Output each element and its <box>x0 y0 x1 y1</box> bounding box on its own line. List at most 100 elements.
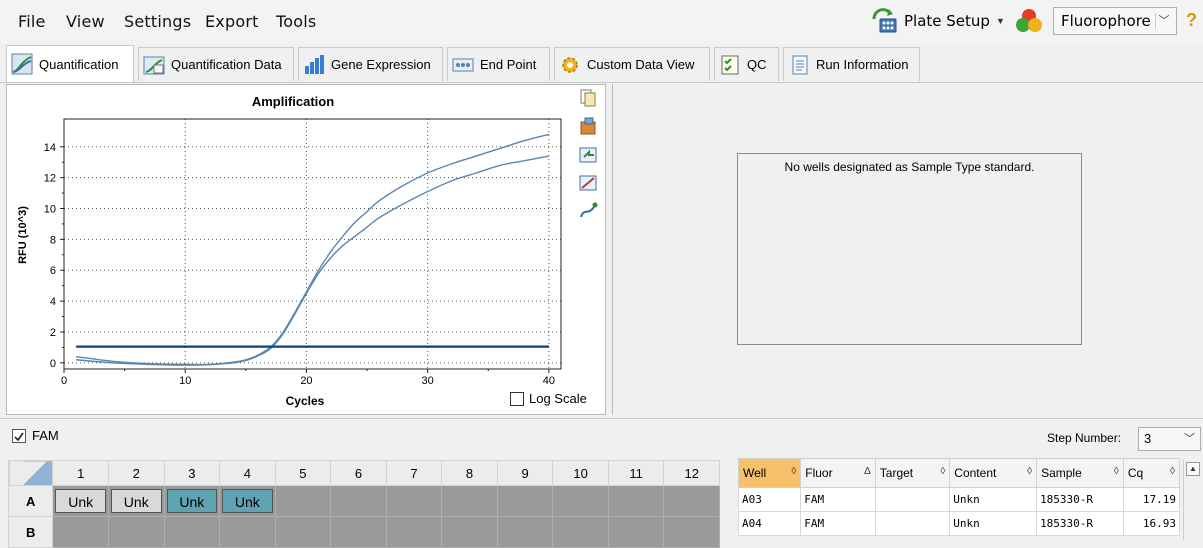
plate-well[interactable] <box>663 485 720 517</box>
export-image-icon[interactable] <box>579 147 597 163</box>
table-row[interactable]: A03 FAM Unkn 185330-R 17.19 <box>737 487 1181 512</box>
y-tick-label: 6 <box>50 265 56 277</box>
plate-col-header[interactable]: 12 <box>663 460 720 486</box>
plate-well[interactable] <box>385 485 443 517</box>
y-tick-label: 4 <box>50 296 56 308</box>
endpoint-icon <box>452 58 474 71</box>
fam-label: FAM <box>32 428 59 443</box>
plate-well[interactable] <box>385 516 443 548</box>
scroll-up-icon[interactable]: ▲ <box>1186 462 1200 476</box>
log-scale-checkbox[interactable] <box>510 391 524 406</box>
fluorophore-select[interactable]: Fluorophore ﹀ <box>1053 7 1177 35</box>
plate-well[interactable] <box>274 485 332 517</box>
x-tick-label: 0 <box>61 375 67 387</box>
plate-well[interactable] <box>496 516 554 548</box>
step-number-select[interactable]: 3 ﹀ <box>1138 427 1201 451</box>
plate-col-header[interactable]: 7 <box>385 460 443 486</box>
plate-well[interactable]: Unk <box>52 485 109 517</box>
amplification-curve-2[interactable] <box>76 155 550 366</box>
tab-label: Quantification Data <box>171 57 282 72</box>
log-scale-toggle[interactable]: Log Scale <box>510 391 587 406</box>
plate-col-header[interactable]: 2 <box>107 460 165 486</box>
no-standard-message: No wells designated as Sample Type stand… <box>784 160 1035 174</box>
well-content: Unk <box>110 489 162 513</box>
plate-col-header[interactable]: 11 <box>607 460 665 486</box>
plate-col-header[interactable]: 10 <box>552 460 609 486</box>
menu-view[interactable]: View <box>66 12 105 31</box>
plate-well[interactable] <box>496 485 554 517</box>
tab-qc[interactable]: QC <box>714 47 779 81</box>
plate-well[interactable] <box>552 516 609 548</box>
log-scale-label: Log Scale <box>529 391 587 406</box>
col-header-content[interactable]: Content ◊ <box>949 458 1038 488</box>
tab-end-point[interactable]: End Point <box>447 47 550 81</box>
menu-file[interactable]: File <box>18 12 46 31</box>
plate-well[interactable] <box>107 516 165 548</box>
col-header-label: Fluor <box>805 466 833 480</box>
tab-custom-data-view[interactable]: Custom Data View <box>554 47 710 81</box>
plate-setup-button[interactable]: Plate Setup ▼ <box>870 6 1008 36</box>
table-scrollbar[interactable]: ▲ <box>1183 460 1202 540</box>
plate-well[interactable]: Unk <box>163 485 221 517</box>
plate-well[interactable] <box>219 516 276 548</box>
plate-well[interactable] <box>607 516 665 548</box>
plate-well[interactable] <box>52 516 109 548</box>
fam-checkbox[interactable] <box>12 429 26 443</box>
plate-col-header[interactable]: 8 <box>441 460 498 486</box>
col-header-well[interactable]: Well ◊ <box>737 458 802 488</box>
amplification-curve-1[interactable] <box>76 133 550 366</box>
amplification-chart-panel: Amplification 0 2 4 6 8 10 12 14 0 10 20 30 40 Cycl… <box>6 84 606 415</box>
col-header-label: Content <box>954 466 997 480</box>
col-header-fluor[interactable]: Fluor Δ <box>800 458 876 488</box>
plate-well[interactable]: Unk <box>219 485 276 517</box>
help-icon[interactable]: ? <box>1186 10 1197 31</box>
plate-col-header[interactable]: 1 <box>52 460 109 486</box>
cell-content: Unkn <box>949 511 1038 536</box>
plate-col-header[interactable]: 4 <box>219 460 276 486</box>
plate-col-header[interactable]: 3 <box>163 460 221 486</box>
tab-gene-expression[interactable]: Gene Expression <box>298 47 443 81</box>
table-row[interactable]: A04 FAM Unkn 185330-R 16.93 <box>737 511 1181 536</box>
sort-ascending-icon: Δ <box>864 466 871 477</box>
dye-colors-icon[interactable] <box>1014 6 1044 36</box>
menu-settings[interactable]: Settings <box>124 12 191 31</box>
plate-well[interactable] <box>163 516 221 548</box>
cell-sample: 185330-R <box>1036 511 1124 536</box>
document-icon <box>792 55 808 74</box>
copy-icon[interactable] <box>580 89 596 107</box>
zoom-icon[interactable] <box>579 175 597 191</box>
plate-well[interactable] <box>441 516 498 548</box>
tab-quantification-data[interactable]: Quantification Data <box>138 47 294 81</box>
plate-well[interactable] <box>330 485 387 517</box>
menu-export[interactable]: Export <box>205 12 259 31</box>
plate-well[interactable] <box>663 516 720 548</box>
plate-well[interactable] <box>607 485 665 517</box>
plate-col-header[interactable]: 5 <box>274 460 332 486</box>
amplification-curve-icon <box>11 53 33 75</box>
y-tick-label: 8 <box>50 234 56 246</box>
step-number-label: Step Number: <box>1047 431 1122 445</box>
plate-well[interactable] <box>441 485 498 517</box>
tab-label: Gene Expression <box>331 57 431 72</box>
col-header-target[interactable]: Target ◊ <box>874 458 951 488</box>
plate-well[interactable] <box>274 516 332 548</box>
tab-run-information[interactable]: Run Information <box>783 47 920 81</box>
paste-icon[interactable] <box>580 117 596 135</box>
col-header-sample[interactable]: Sample ◊ <box>1036 458 1124 488</box>
plate-well[interactable] <box>552 485 609 517</box>
curve-settings-icon[interactable] <box>580 202 598 218</box>
plate-col-header[interactable]: 6 <box>330 460 387 486</box>
plate-row-header[interactable]: A <box>7 485 54 517</box>
col-header-cq[interactable]: Cq ◊ <box>1122 458 1181 488</box>
plate-well[interactable] <box>330 516 387 548</box>
tab-quantification[interactable]: Quantification <box>6 45 134 82</box>
cell-sample: 185330-R <box>1036 487 1124 512</box>
plate-well[interactable]: Unk <box>107 485 165 517</box>
plate-corner[interactable] <box>7 460 54 486</box>
plate-row-header[interactable]: B <box>7 516 54 548</box>
chevron-down-icon: ﹀ <box>1184 433 1195 445</box>
amplification-chart[interactable]: Amplification 0 2 4 6 8 10 12 14 0 10 20 30 40 Cycl… <box>7 85 605 414</box>
menu-tools[interactable]: Tools <box>276 12 316 31</box>
y-tick-label: 0 <box>50 358 56 370</box>
plate-col-header[interactable]: 9 <box>496 460 554 486</box>
